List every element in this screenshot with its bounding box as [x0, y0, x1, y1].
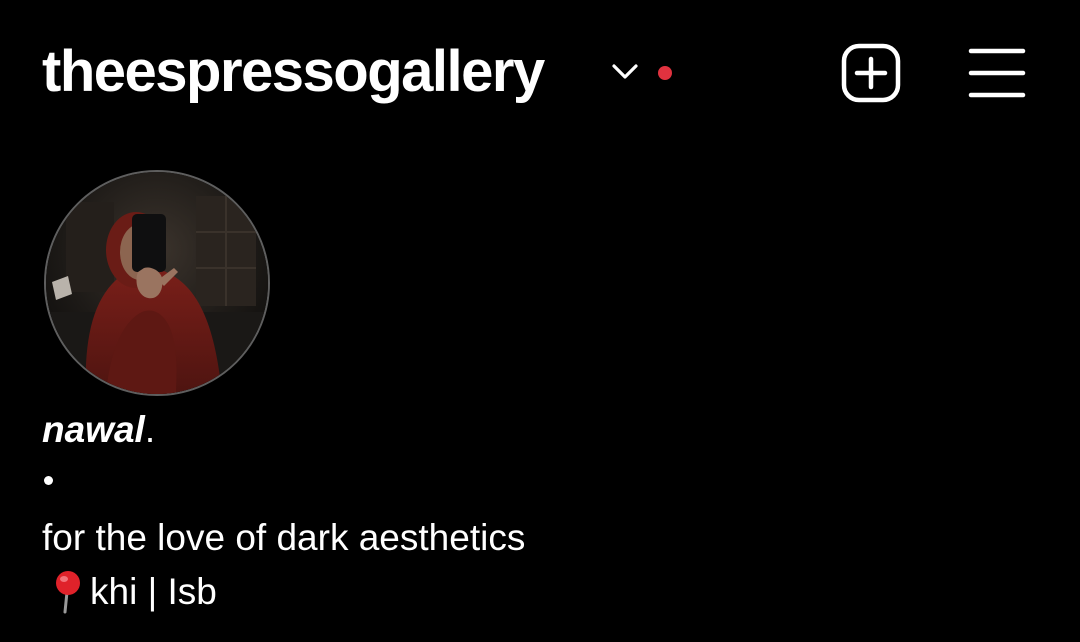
bullet-dot-icon	[44, 476, 53, 485]
plus-square-icon[interactable]	[841, 43, 901, 103]
display-name-text: nawal	[42, 409, 145, 450]
top-bar: theespressogallery	[0, 0, 1080, 150]
bio-location: khi | Isb	[42, 570, 217, 614]
profile-photo	[46, 172, 268, 394]
bio-line: for the love of dark aesthetics	[42, 517, 526, 558]
hamburger-menu-icon[interactable]	[968, 46, 1026, 100]
display-name: nawal.	[42, 408, 155, 452]
username-title[interactable]: theespressogallery	[42, 36, 545, 108]
profile-avatar[interactable]	[44, 170, 270, 396]
notification-dot	[658, 66, 672, 80]
location-text: khi | Isb	[90, 571, 217, 612]
chevron-down-icon[interactable]	[610, 60, 640, 84]
display-name-suffix: .	[144, 409, 156, 450]
red-pushpin-icon	[56, 571, 80, 614]
